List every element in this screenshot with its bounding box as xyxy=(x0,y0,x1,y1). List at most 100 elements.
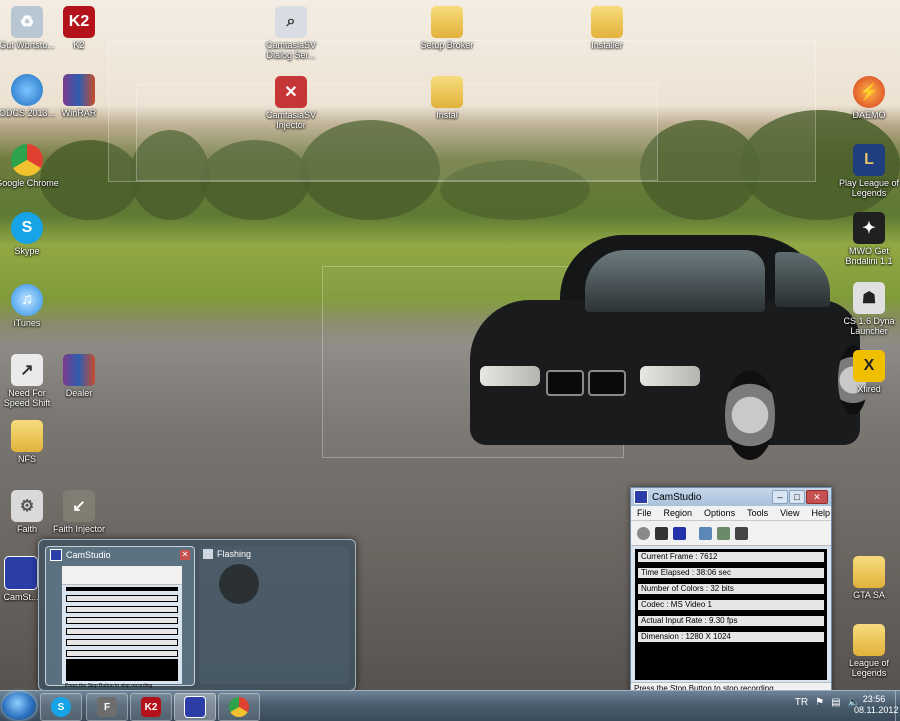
folder-icon xyxy=(431,76,463,108)
flag-icon[interactable]: ⚑ xyxy=(815,697,824,708)
ghost-window-outline xyxy=(136,84,658,181)
taskbar-thumbnail-preview: CamStudio ✕ Press the Stop Button to sto… xyxy=(38,539,356,690)
desktop-icon[interactable]: League of Legends xyxy=(836,624,900,678)
clock[interactable]: 23:56 08.11.2012 xyxy=(854,694,898,716)
chrome-icon xyxy=(229,697,249,717)
mini-stat xyxy=(66,650,178,657)
show-desktop-button[interactable] xyxy=(895,691,900,721)
desktop-icon[interactable]: Instal xyxy=(414,76,480,120)
desktop-icon[interactable]: ✦ MWO Get Bndalini 1.1 xyxy=(836,212,900,266)
globe-icon xyxy=(11,74,43,106)
mini-black-bar xyxy=(66,587,178,591)
recycle-bin-icon: ♻ xyxy=(11,6,43,38)
stop-button[interactable] xyxy=(673,526,686,540)
annotation-icon[interactable] xyxy=(699,526,712,540)
car-headlight xyxy=(480,366,540,386)
maximize-button[interactable]: □ xyxy=(789,490,805,504)
folder-icon xyxy=(11,420,43,452)
mini-toolbar xyxy=(62,574,182,585)
taskbar-skype[interactable]: S xyxy=(40,693,82,721)
desktop-icon[interactable]: X Xfired xyxy=(836,350,900,394)
settings-icon[interactable] xyxy=(735,526,748,540)
desktop-icon[interactable]: ☗ CS 1.6 Dyna Launcher xyxy=(836,282,900,336)
folder-icon xyxy=(431,6,463,38)
folder-icon xyxy=(853,624,885,656)
desktop-icon[interactable]: ♫ iTunes xyxy=(0,284,60,328)
magnifier-icon: ⌕ xyxy=(275,6,307,38)
k2-icon: K2 xyxy=(141,697,161,717)
taskbar-k2[interactable]: K2 xyxy=(130,693,172,721)
mini-status: Press the Stop Button to stop recording xyxy=(65,683,153,689)
lol-icon: L xyxy=(853,144,885,176)
desktop-icon[interactable]: WinRAR xyxy=(46,74,112,118)
thumbnail-camstudio[interactable]: CamStudio ✕ Press the Stop Button to sto… xyxy=(45,546,195,689)
stat-input-rate: Actual Input Rate : 9.30 fps xyxy=(638,616,824,626)
stats-black-area xyxy=(638,648,824,678)
desktop-icon[interactable]: GTA SA xyxy=(836,556,900,600)
menubar: File Region Options Tools View Help xyxy=(631,506,831,521)
folder-icon xyxy=(591,6,623,38)
taskbar: S F K2 TR ⚑ ▤ 🔈 23:56 08.11.2012 xyxy=(0,690,900,721)
desktop-icon[interactable]: ↙ Faith Injector xyxy=(46,490,112,534)
car-headlight xyxy=(640,366,700,386)
desktop-icon[interactable]: ✕ CamtasiaSV Injector xyxy=(258,76,324,130)
nfs-icon: ↗ xyxy=(11,354,43,386)
mini-stat xyxy=(66,606,178,613)
faith-icon: ⚙ xyxy=(11,490,43,522)
toolbar xyxy=(631,521,831,546)
desktop-icon[interactable]: ⌕ CamtasiaSV Dialog Ser... xyxy=(258,6,324,60)
menu-help[interactable]: Help xyxy=(805,508,836,518)
menu-view[interactable]: View xyxy=(774,508,805,518)
camstudio-icon xyxy=(4,556,38,590)
video-icon[interactable] xyxy=(717,526,730,540)
pause-button[interactable] xyxy=(655,526,668,540)
desktop-icon[interactable]: NFS xyxy=(0,420,60,464)
mini-stat xyxy=(66,639,178,646)
stat-current-frame: Current Frame : 7612 xyxy=(638,552,824,562)
winrar-icon xyxy=(63,74,95,106)
network-icon[interactable]: ▤ xyxy=(831,697,840,708)
stat-codec: Codec : MS Video 1 xyxy=(638,600,824,610)
menu-tools[interactable]: Tools xyxy=(741,508,774,518)
start-button[interactable] xyxy=(2,692,36,720)
desktop-icon[interactable]: ⚡ DAEMO xyxy=(836,76,900,120)
menu-region[interactable]: Region xyxy=(658,508,699,518)
thumbnail-close-button[interactable]: ✕ xyxy=(180,550,190,560)
injector-icon: ✕ xyxy=(275,76,307,108)
desktop-icon[interactable]: Installer xyxy=(574,6,640,50)
desktop-icon[interactable]: K2 K2 xyxy=(46,6,112,50)
winrar-icon xyxy=(63,354,95,386)
thumbnail-header: Flashing xyxy=(199,546,349,562)
chrome-icon xyxy=(11,144,43,176)
desktop-icon[interactable]: S Skype xyxy=(0,212,60,256)
desktop-icon[interactable]: L Play League of Legends xyxy=(836,144,900,198)
camstudio-icon xyxy=(634,490,648,504)
folder-icon xyxy=(853,556,885,588)
window-titlebar[interactable]: CamStudio – □ ✕ xyxy=(631,488,831,506)
camstudio-icon xyxy=(50,549,62,561)
thumbnail-mini-window: Press the Stop Button to stop recording xyxy=(62,566,182,689)
window-title: CamStudio xyxy=(652,491,702,503)
skype-icon: S xyxy=(11,212,43,244)
minimize-button[interactable]: – xyxy=(772,490,788,504)
xfire-icon: X xyxy=(853,350,885,382)
taskbar-camstudio[interactable] xyxy=(174,693,216,721)
language-indicator[interactable]: TR xyxy=(795,697,808,708)
menu-options[interactable]: Options xyxy=(698,508,741,518)
car-grille xyxy=(588,370,626,396)
desktop-icon[interactable]: Setup Broker xyxy=(414,6,480,50)
close-button[interactable]: ✕ xyxy=(806,490,828,504)
desktop-icon[interactable]: Dealer xyxy=(46,354,112,398)
car-wheel xyxy=(725,370,775,460)
menu-file[interactable]: File xyxy=(631,508,658,518)
record-button[interactable] xyxy=(637,526,650,540)
mini-stat xyxy=(66,617,178,624)
thumbnail-flashing[interactable]: Flashing xyxy=(199,546,349,684)
taskbar-chrome[interactable] xyxy=(218,693,260,721)
system-tray: TR ⚑ ▤ 🔈 xyxy=(795,697,860,708)
taskbar-explorer[interactable]: F xyxy=(86,693,128,721)
stat-time-elapsed: Time Elapsed : 38:06 sec xyxy=(638,568,824,578)
desktop-icon[interactable]: Google Chrome xyxy=(0,144,60,188)
camstudio-window: CamStudio – □ ✕ File Region Options Tool… xyxy=(630,487,832,690)
cs-icon: ☗ xyxy=(853,282,885,314)
